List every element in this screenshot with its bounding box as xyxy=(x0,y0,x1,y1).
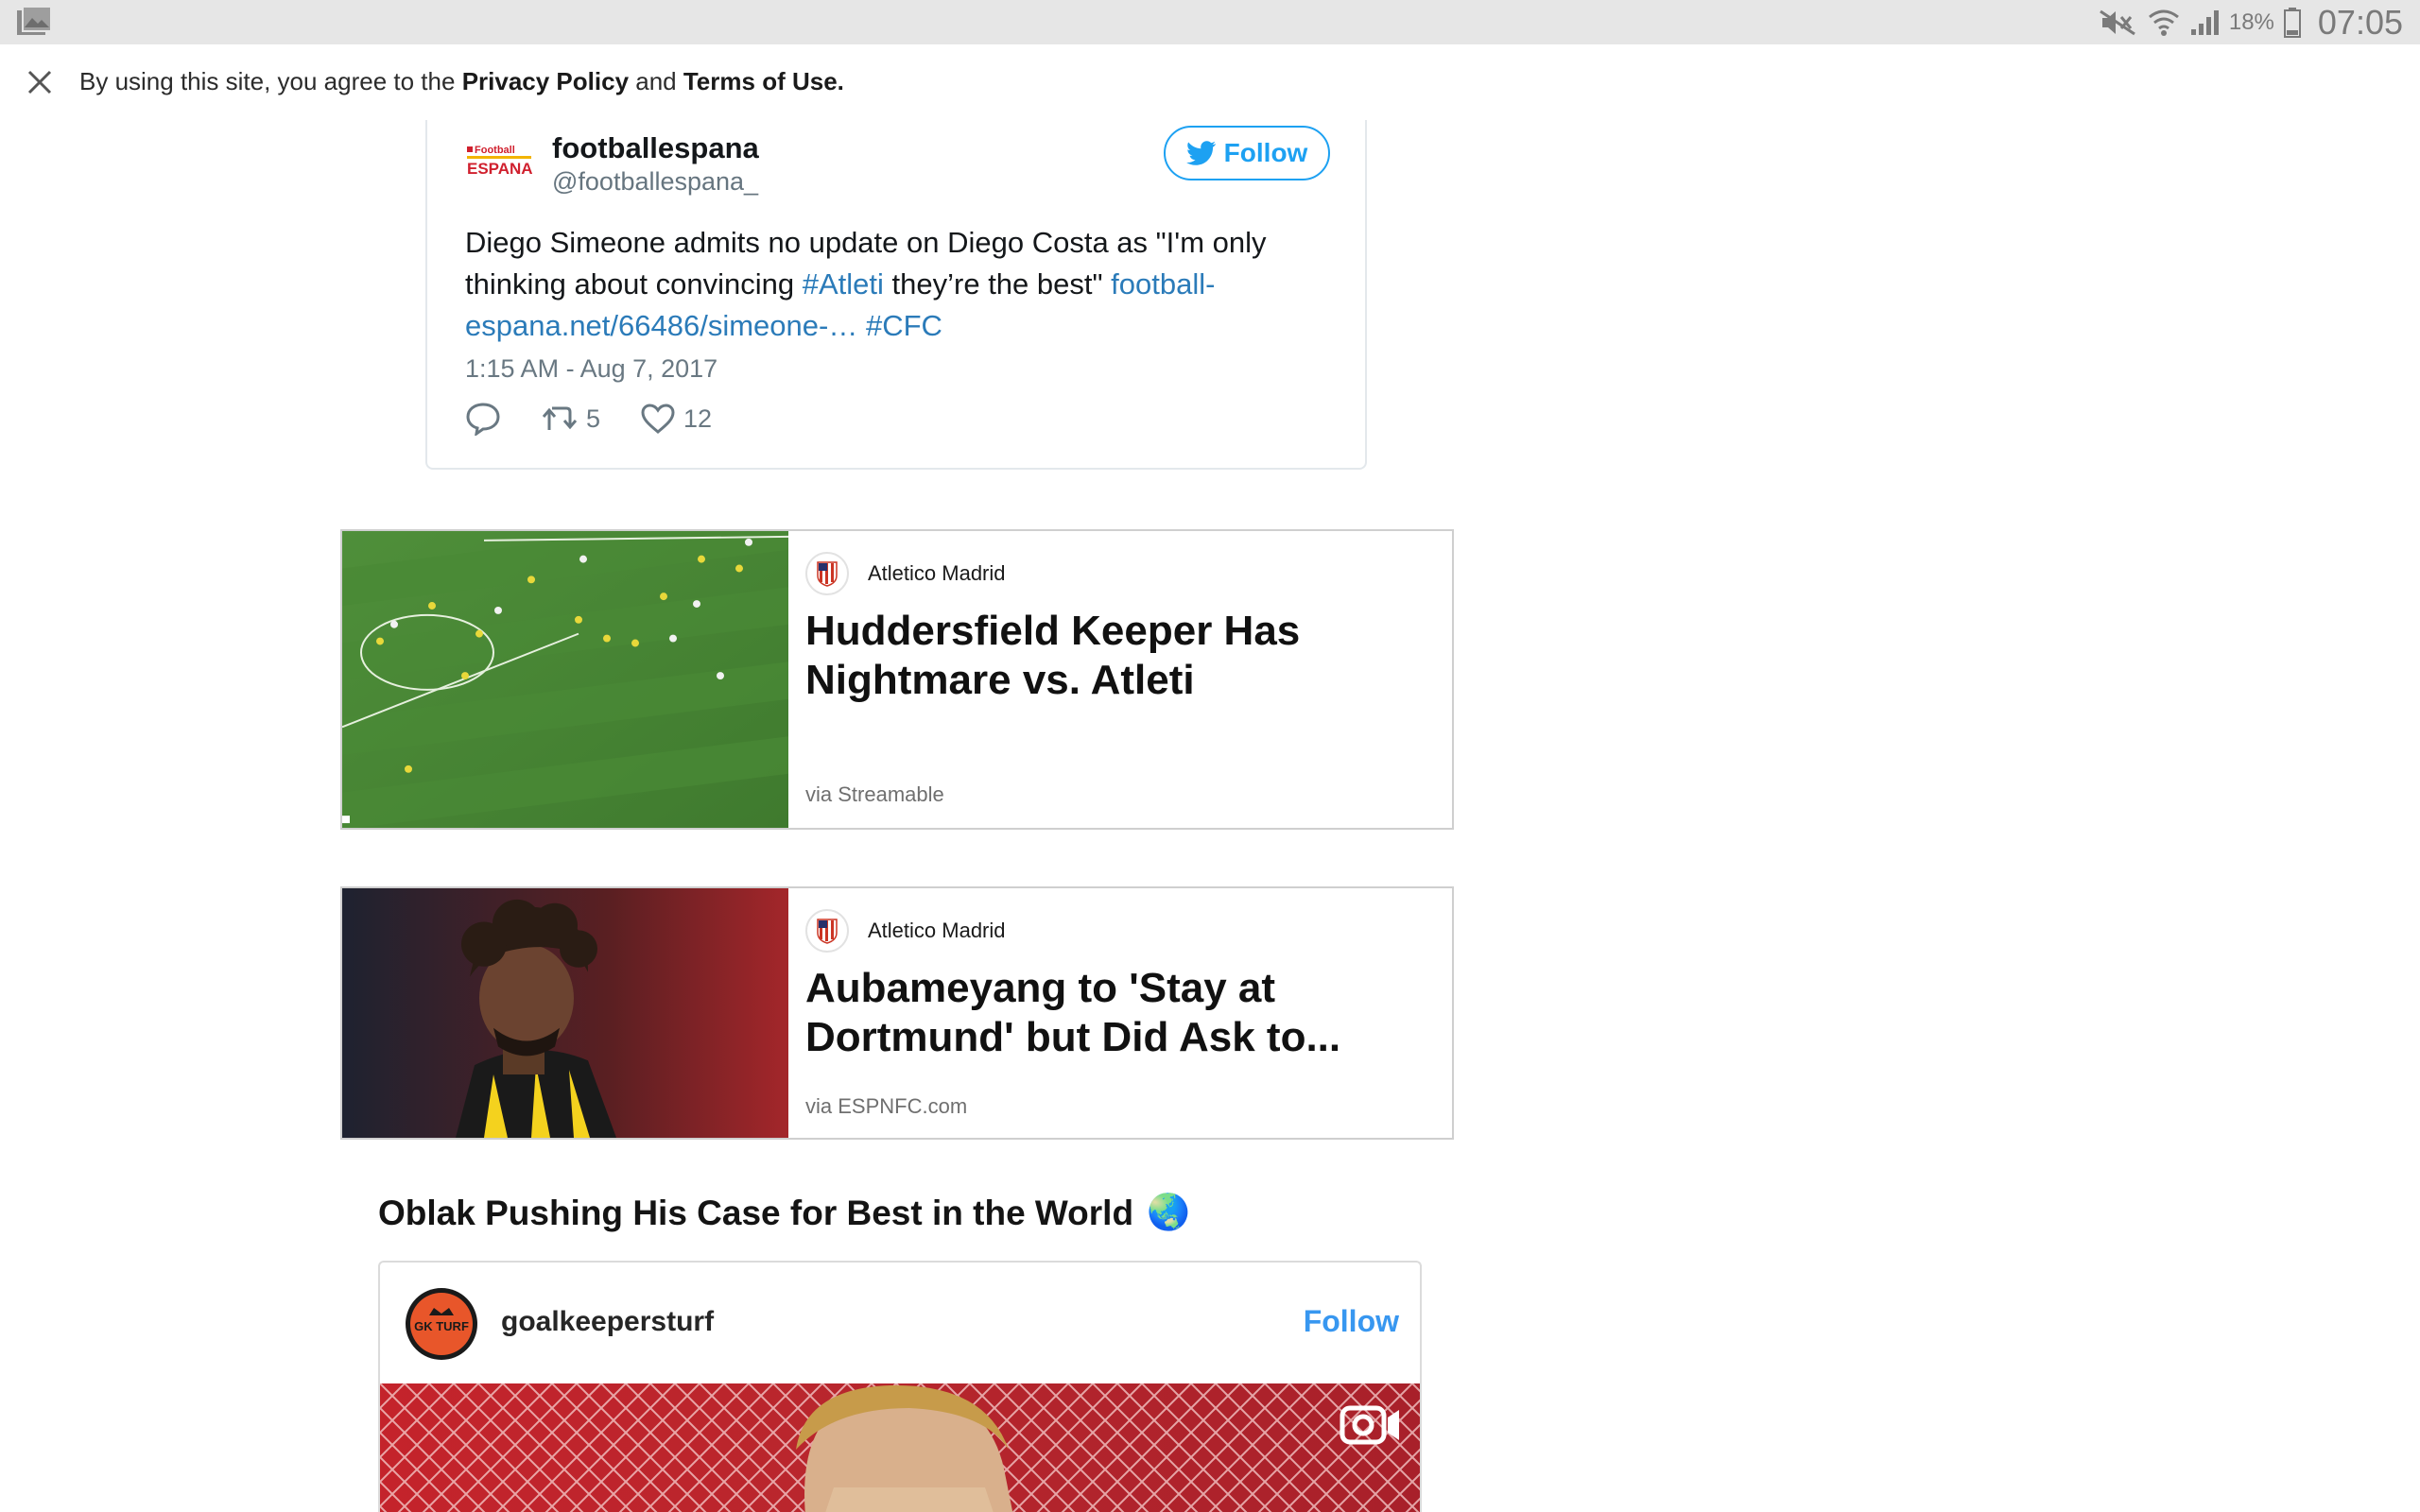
section-heading-text: Oblak Pushing His Case for Best in the W… xyxy=(378,1193,1134,1232)
wifi-icon xyxy=(2148,9,2179,36)
article-via: via Streamable xyxy=(805,782,944,806)
battery-icon xyxy=(2283,7,2301,38)
tweet-author-handle[interactable]: @footballespana_ xyxy=(552,167,758,197)
logo-bottom-text: ESPANA xyxy=(467,160,533,178)
atletico-badge-icon xyxy=(805,909,849,953)
tweet-actions: 5 12 xyxy=(465,402,752,436)
instagram-video-preview[interactable] xyxy=(380,1383,1420,1512)
twitter-bird-icon xyxy=(1185,141,1216,165)
status-clock: 07:05 xyxy=(2317,2,2403,42)
tweet-follow-label: Follow xyxy=(1223,138,1308,167)
retweet-icon xyxy=(542,406,578,430)
reply-icon xyxy=(466,403,500,436)
tweet-text-part xyxy=(857,309,866,342)
article-card[interactable]: Atletico Madrid Aubameyang to 'Stay at D… xyxy=(340,886,1454,1140)
globe-emoji: 🌏 xyxy=(1147,1193,1191,1231)
football-pitch-image xyxy=(342,531,788,828)
privacy-notice: By using this site, you agree to the Pri… xyxy=(79,67,844,96)
reply-button[interactable] xyxy=(465,402,501,436)
tweet-author-name[interactable]: footballespana xyxy=(552,131,759,165)
instagram-username[interactable]: goalkeepersturf xyxy=(501,1306,714,1338)
retweet-count: 5 xyxy=(586,404,601,433)
tweet-text: Diego Simeone admits no update on Diego … xyxy=(465,222,1278,347)
section-heading: Oblak Pushing His Case for Best in the W… xyxy=(378,1193,1190,1233)
close-icon[interactable] xyxy=(26,69,53,95)
logo-top-text: Football xyxy=(475,145,515,156)
status-icons: 18% 07:05 xyxy=(2097,0,2403,44)
like-count: 12 xyxy=(683,404,713,433)
article-source-name: Atletico Madrid xyxy=(868,561,1006,585)
mute-icon xyxy=(2100,9,2135,35)
privacy-notice-prefix: By using this site, you agree to the xyxy=(79,67,462,95)
goalkeeper-video-frame xyxy=(380,1383,1420,1512)
player-portrait-image xyxy=(342,888,788,1138)
signal-icon xyxy=(2190,9,2219,35)
footballespana-logo[interactable]: Football ESPANA xyxy=(465,139,533,184)
tweet-follow-button[interactable]: Follow xyxy=(1164,126,1330,180)
privacy-policy-link[interactable]: Privacy Policy xyxy=(462,67,629,95)
article-thumbnail xyxy=(342,888,788,1138)
battery-percentage: 18% xyxy=(2228,9,2274,35)
retweet-button[interactable]: 5 xyxy=(541,404,600,434)
avatar-text: GK TURF xyxy=(414,1319,469,1333)
privacy-notice-and: and xyxy=(629,67,683,95)
gallery-notification-icon xyxy=(17,7,52,35)
privacy-banner: By using this site, you agree to the Pri… xyxy=(0,44,2420,120)
article-card[interactable]: Atletico Madrid Huddersfield Keeper Has … xyxy=(340,529,1454,830)
status-bar: 18% 07:05 xyxy=(0,0,2420,44)
article-source: Atletico Madrid xyxy=(805,552,1006,595)
hashtag-link[interactable]: #CFC xyxy=(866,309,942,342)
article-source-name: Atletico Madrid xyxy=(868,919,1006,942)
instagram-embed: GK TURF goalkeepersturf Follow xyxy=(378,1261,1422,1512)
video-camera-icon xyxy=(1340,1405,1399,1445)
article-via: via ESPNFC.com xyxy=(805,1094,968,1118)
article-title[interactable]: Huddersfield Keeper Has Nightmare vs. At… xyxy=(805,607,1410,705)
tweet-text-part: they’re the best" xyxy=(883,267,1112,301)
atletico-badge-icon xyxy=(805,552,849,595)
instagram-follow-button[interactable]: Follow xyxy=(1304,1304,1399,1339)
terms-of-use-link[interactable]: Terms of Use. xyxy=(683,67,844,95)
article-title[interactable]: Aubameyang to 'Stay at Dortmund' but Did… xyxy=(805,964,1410,1062)
heart-icon xyxy=(641,404,675,434)
goalkeepersturf-avatar[interactable]: GK TURF xyxy=(405,1287,478,1361)
like-button[interactable]: 12 xyxy=(640,403,712,435)
article-thumbnail xyxy=(342,531,788,828)
article-source: Atletico Madrid xyxy=(805,909,1006,953)
hashtag-link[interactable]: #Atleti xyxy=(803,267,884,301)
tweet-timestamp[interactable]: 1:15 AM - Aug 7, 2017 xyxy=(465,354,717,384)
tweet-embed: Football ESPANA footballespana @football… xyxy=(425,120,1367,470)
